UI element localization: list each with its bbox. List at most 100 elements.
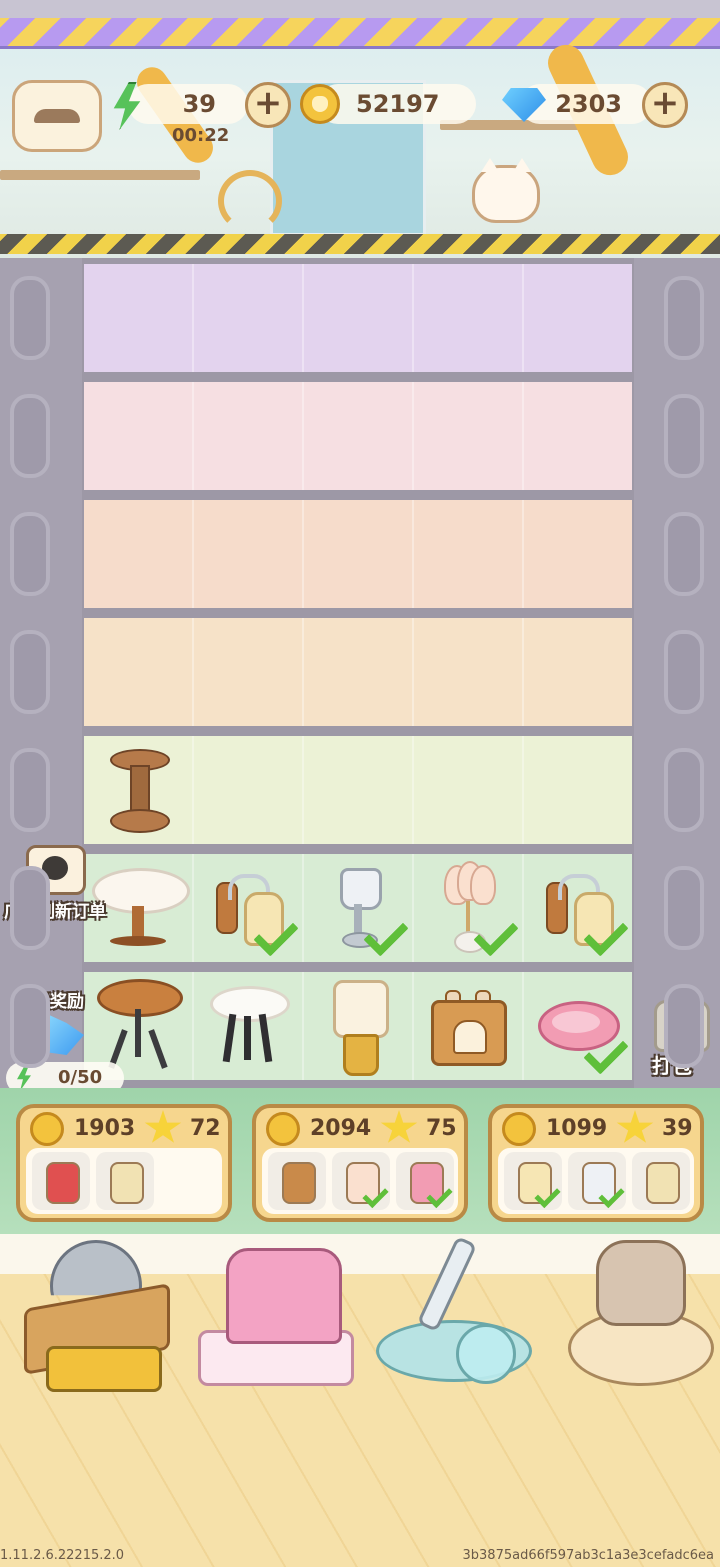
rail-slot (664, 276, 704, 360)
pottery-wheel-machine[interactable] (556, 1240, 720, 1400)
rail-slot (10, 748, 50, 832)
ceiling (0, 0, 720, 18)
order-star-reward: 72 (190, 1116, 221, 1141)
board-cell[interactable] (414, 264, 524, 372)
board-cell[interactable] (304, 618, 414, 726)
checkmark-icon (252, 920, 296, 956)
table-saw-machine[interactable] (10, 1236, 180, 1396)
board-cell[interactable] (524, 618, 632, 726)
order-coin-reward: 1099 (546, 1116, 608, 1141)
board-cell[interactable] (84, 500, 194, 608)
crane-claw (218, 170, 282, 232)
rail-slot (664, 866, 704, 950)
energy-counter: 39 (128, 84, 248, 124)
drawer-cabinet-icon (110, 1162, 144, 1204)
board-cell[interactable] (524, 500, 632, 608)
board-cell[interactable] (304, 382, 414, 490)
order-rewards: 2094 75 (262, 1110, 458, 1146)
board-cell[interactable] (524, 736, 632, 844)
board-cell[interactable] (84, 264, 194, 372)
board-cell[interactable] (194, 500, 304, 608)
board-cell[interactable] (524, 854, 632, 962)
back-button[interactable] (12, 80, 102, 152)
sewing-machine[interactable] (186, 1240, 356, 1400)
add-gems-button[interactable]: + (642, 82, 688, 128)
board-cell[interactable] (194, 264, 304, 372)
board-cell[interactable] (414, 854, 524, 962)
energy-value: 39 (182, 90, 216, 118)
red-toilet-icon (46, 1162, 80, 1204)
order-items (498, 1148, 694, 1214)
board-row (84, 500, 632, 608)
checkmark-icon (472, 920, 516, 956)
board-cell[interactable] (194, 736, 304, 844)
daily-energy-value: 0/50 (58, 1067, 103, 1088)
order-item (96, 1152, 154, 1210)
coin-value: 52197 (356, 90, 440, 118)
board-cell[interactable] (84, 736, 194, 844)
back-arrow-icon (34, 109, 80, 123)
board-cell[interactable] (194, 382, 304, 490)
order-card[interactable]: 2094 75 (252, 1104, 468, 1222)
board-cell[interactable] (304, 972, 414, 1080)
board-cell[interactable] (84, 382, 194, 490)
board-cell[interactable] (84, 618, 194, 726)
board-cell[interactable] (194, 854, 304, 962)
hazard-stripe-bottom (0, 234, 720, 254)
gem-value: 2303 (555, 90, 622, 118)
rail-slot (664, 512, 704, 596)
checkmark-icon (582, 1038, 626, 1074)
order-star-reward: 39 (662, 1116, 693, 1141)
order-item (632, 1152, 690, 1210)
energy-timer: 00:22 (172, 125, 230, 146)
order-item (332, 1152, 390, 1210)
board-cell[interactable] (304, 264, 414, 372)
board-cell[interactable] (194, 618, 304, 726)
board-cell[interactable] (524, 382, 632, 490)
board-cell[interactable] (194, 972, 304, 1080)
checkmark-icon (362, 920, 406, 956)
board-cell[interactable] (414, 736, 524, 844)
rail-slot (10, 866, 50, 950)
board-row (84, 264, 632, 372)
rail-slot (664, 748, 704, 832)
order-coin-reward: 1903 (74, 1116, 136, 1141)
coin-icon (502, 1112, 536, 1146)
board-cell[interactable] (524, 972, 632, 1080)
cat-mascot (472, 158, 540, 223)
board-cell[interactable] (414, 382, 524, 490)
checkmark-icon (596, 1188, 626, 1210)
rail-slot (10, 984, 50, 1068)
sewing-body (226, 1248, 342, 1344)
hazard-stripe-top (0, 18, 720, 49)
order-item (568, 1152, 626, 1210)
board-cell[interactable] (304, 736, 414, 844)
checkmark-icon (582, 920, 626, 956)
rail-slot (10, 630, 50, 714)
order-rewards: 1099 39 (498, 1110, 694, 1146)
add-energy-button[interactable]: + (245, 82, 291, 128)
board-row (84, 382, 632, 490)
glass-blowing-machine[interactable] (366, 1235, 536, 1396)
board-cell[interactable] (304, 500, 414, 608)
checkmark-icon (532, 1188, 562, 1210)
order-rewards: 1903 72 (26, 1110, 222, 1146)
board-cell[interactable] (304, 854, 414, 962)
saw-base (46, 1346, 162, 1392)
rail-slot (664, 630, 704, 714)
order-card[interactable]: 1099 39 (488, 1104, 704, 1222)
order-item (268, 1152, 326, 1210)
white-stool-icon (210, 986, 290, 1066)
board-row (84, 972, 632, 1080)
board-cell[interactable] (414, 618, 524, 726)
board-cell[interactable] (414, 500, 524, 608)
background-shelf (0, 170, 200, 180)
order-card[interactable]: 1903 72 (16, 1104, 232, 1222)
board-cell[interactable] (414, 972, 524, 1080)
checkmark-icon (424, 1188, 454, 1210)
cat-house-icon (431, 990, 507, 1066)
rail-slot (664, 984, 704, 1068)
rail-slot (664, 394, 704, 478)
wooden-cabinet-icon (282, 1162, 316, 1204)
board-cell[interactable] (524, 264, 632, 372)
